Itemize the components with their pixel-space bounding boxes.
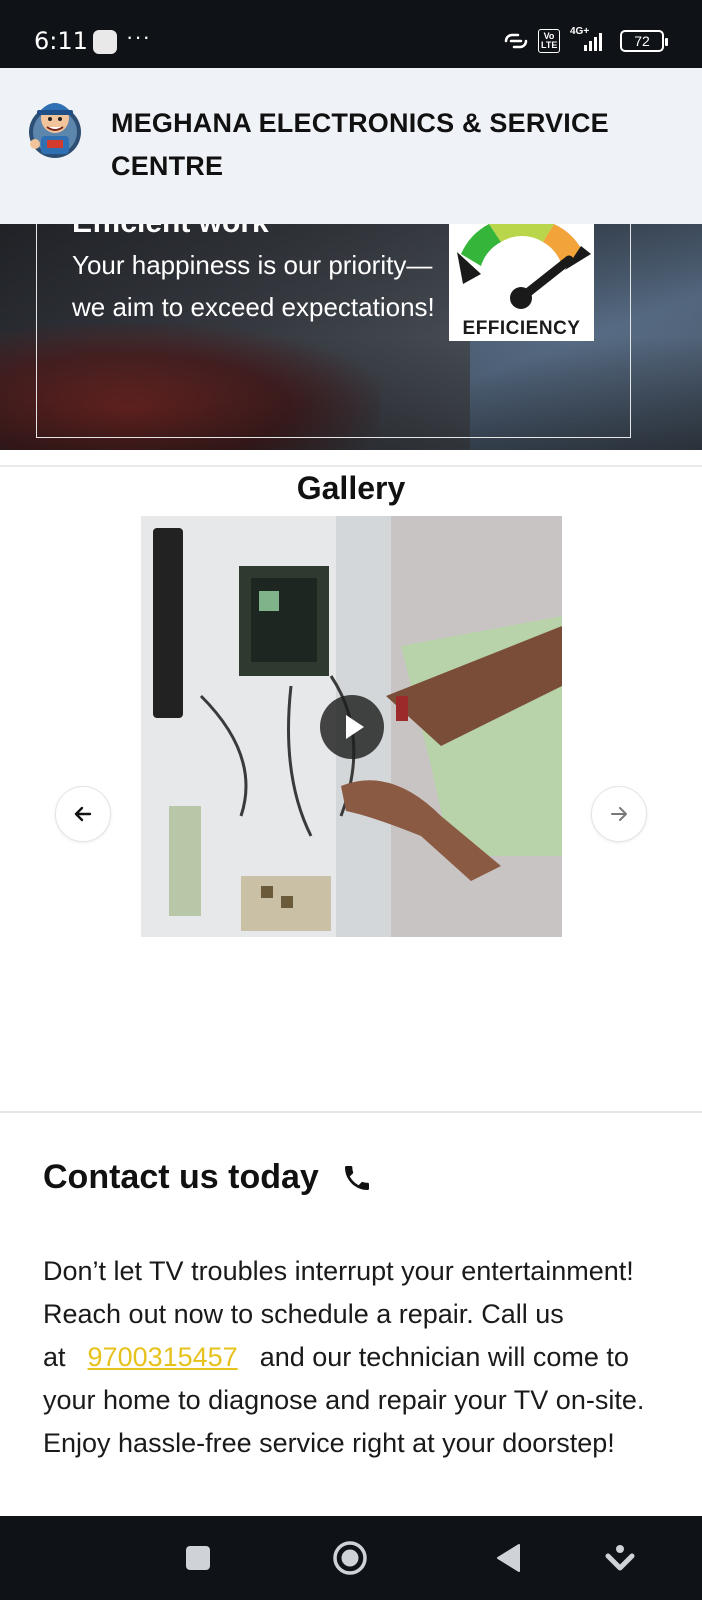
back-button[interactable] xyxy=(488,1516,528,1600)
arrow-right-icon xyxy=(611,807,627,821)
hotspot-icon xyxy=(504,33,528,49)
phone-number-link[interactable]: 9700315457 xyxy=(88,1342,238,1372)
status-bar: 6:11 ··· Vo LTE 4G+ 72 xyxy=(0,0,702,68)
site-title[interactable]: MEGHANA ELECTRONICS & SERVICE CENTRE xyxy=(111,102,671,188)
more-notifications-icon: ··· xyxy=(126,24,151,49)
gallery-prev-button[interactable] xyxy=(55,786,111,842)
status-time: 6:11 xyxy=(34,27,88,55)
notification-app-icon xyxy=(93,30,117,54)
phone-icon xyxy=(344,1165,369,1190)
efficiency-label: EFFICIENCY xyxy=(462,318,581,339)
gallery-next-button[interactable] xyxy=(591,786,647,842)
section-divider xyxy=(0,1111,702,1113)
efficiency-badge: EFFICIENCY xyxy=(449,224,594,341)
contact-text: Don’t let TV troubles interrupt your ent… xyxy=(43,1250,673,1465)
section-divider xyxy=(0,465,702,467)
play-icon[interactable] xyxy=(320,695,384,759)
notification-pull-button[interactable] xyxy=(600,1516,640,1600)
arrow-left-icon xyxy=(74,806,92,822)
home-circle-icon xyxy=(333,1541,367,1575)
status-icons: Vo LTE 4G+ 72 xyxy=(502,26,668,54)
site-header: MEGHANA ELECTRONICS & SERVICE CENTRE xyxy=(0,68,702,224)
home-button[interactable] xyxy=(330,1516,370,1600)
square-icon xyxy=(186,1546,210,1570)
battery-icon: 72 xyxy=(620,30,668,52)
signal-icon: 4G+ xyxy=(568,26,612,53)
volte-icon: Vo LTE xyxy=(538,29,560,53)
system-navigation-bar xyxy=(0,1516,702,1600)
chevron-down-icon xyxy=(605,1545,635,1571)
hero-banner: Efficient work Your happiness is our pri… xyxy=(0,224,702,450)
hero-text: Your happiness is our priority—we aim to… xyxy=(72,250,435,322)
back-triangle-icon xyxy=(497,1544,520,1572)
hero-heading: Efficient work xyxy=(72,224,269,240)
technician-logo[interactable] xyxy=(25,88,85,164)
gallery-title: Gallery xyxy=(296,470,406,506)
contact-heading: Contact us today xyxy=(43,1158,373,1197)
contact-title: Contact us today xyxy=(43,1158,319,1196)
recents-button[interactable] xyxy=(178,1516,218,1600)
